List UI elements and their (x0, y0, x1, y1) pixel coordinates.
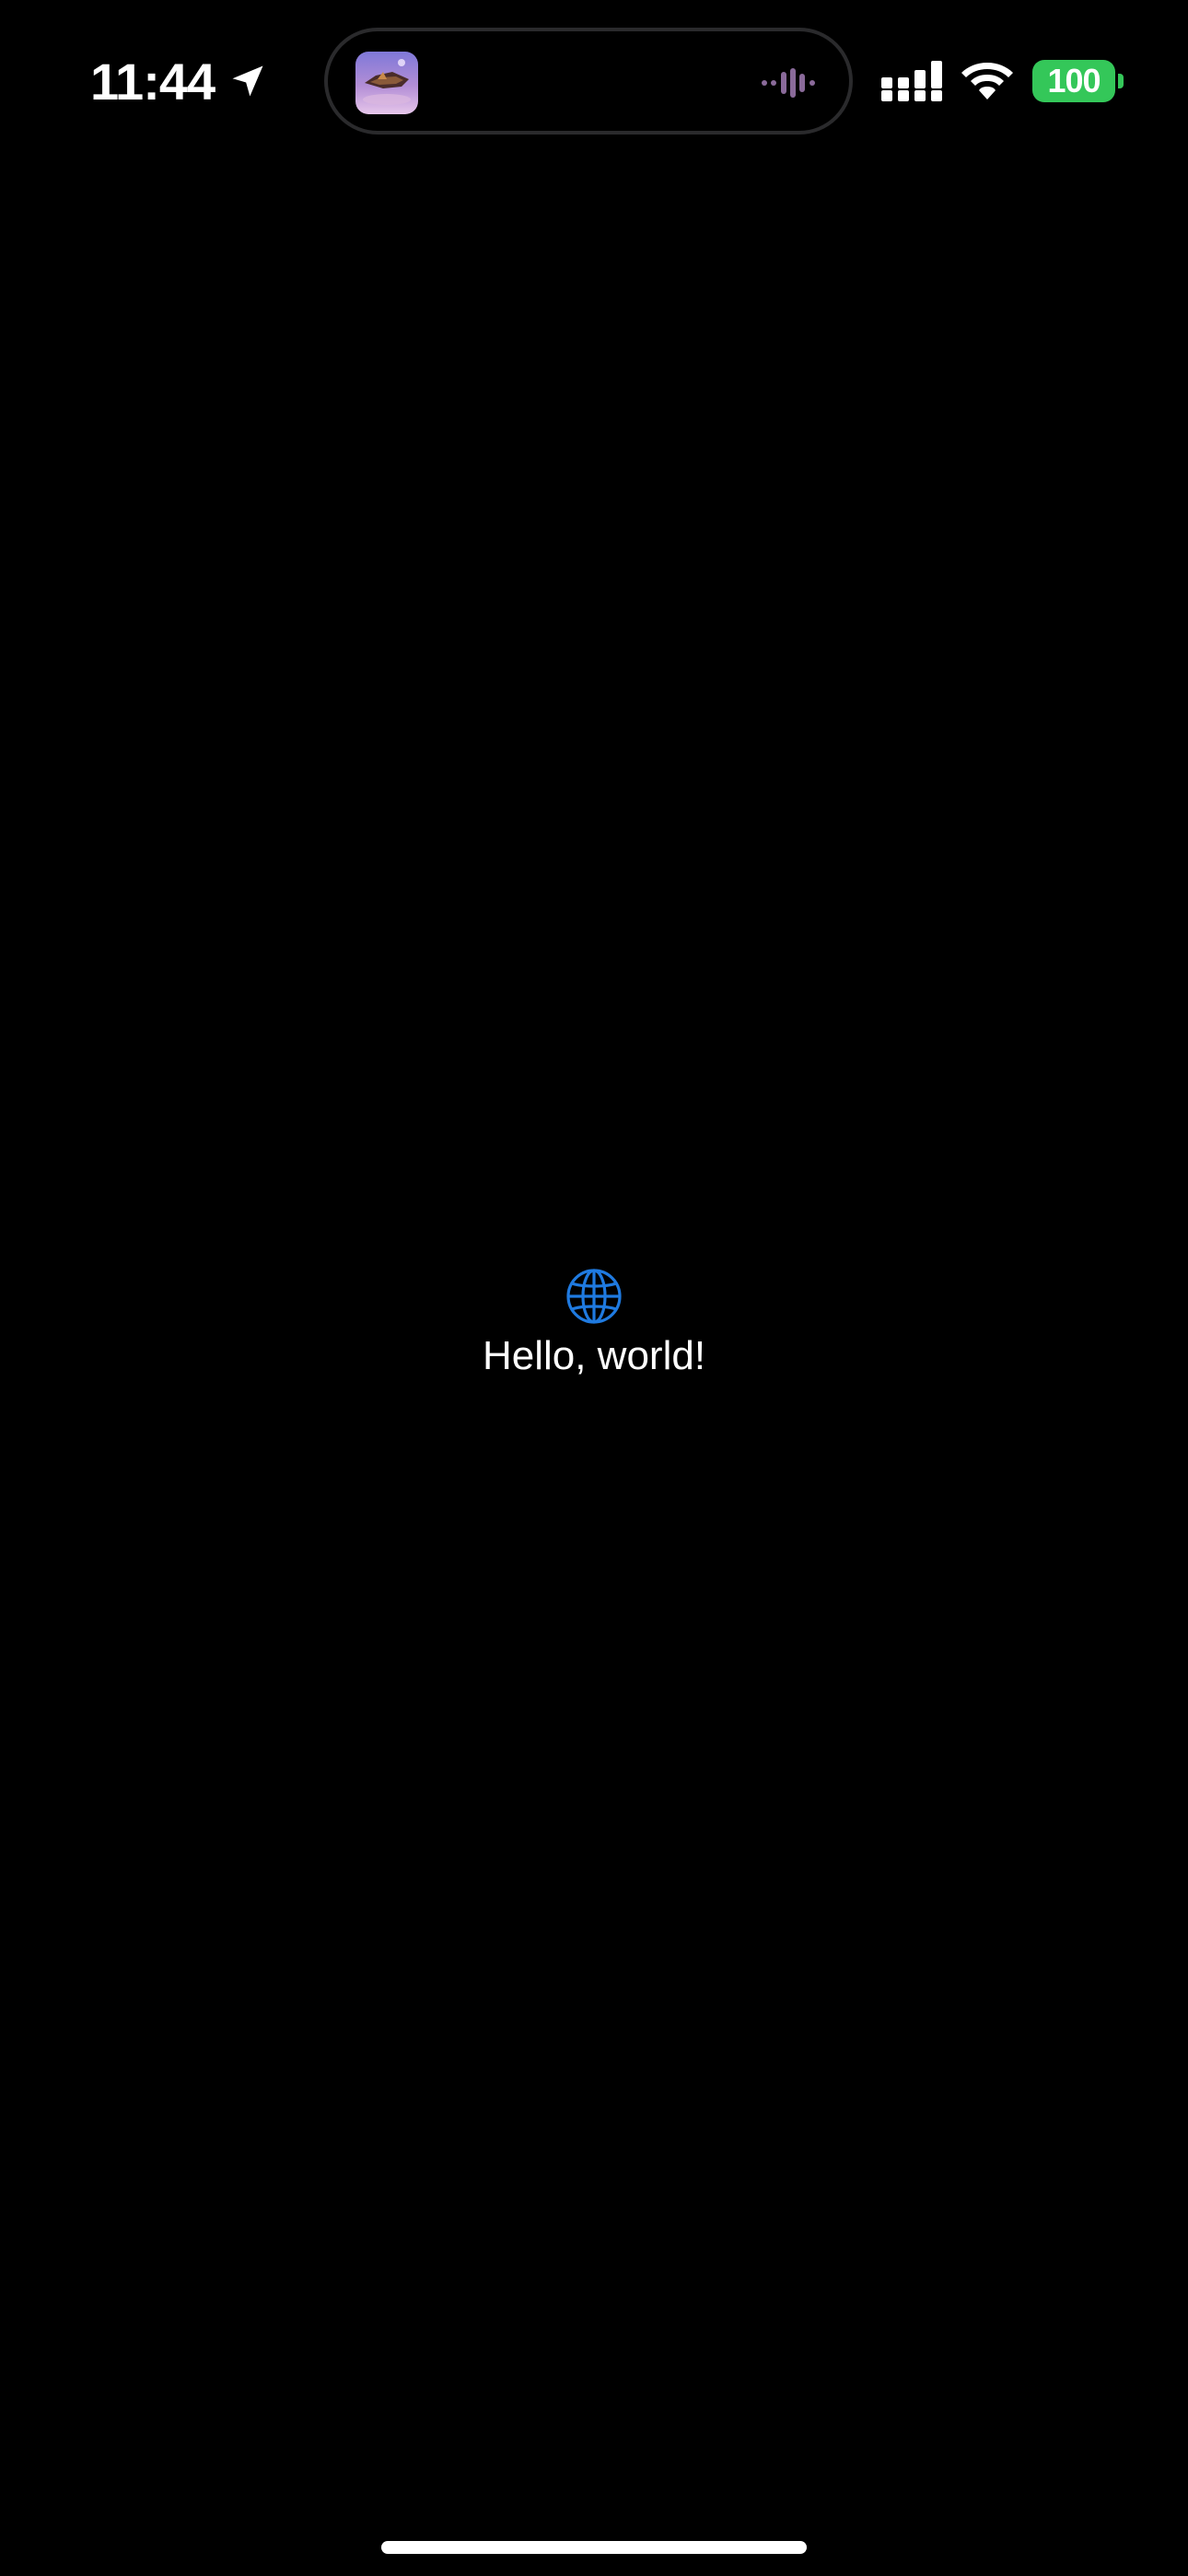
cellular-signal-icon (881, 61, 942, 101)
main-content: Hello, world! (0, 1268, 1188, 1384)
dynamic-island[interactable] (324, 28, 853, 135)
home-indicator[interactable] (381, 2541, 807, 2554)
globe-icon (566, 1269, 622, 1324)
battery-level: 100 (1032, 60, 1115, 102)
audio-waveform-icon (762, 68, 815, 98)
status-indicators: 100 (881, 53, 1124, 109)
wifi-icon (961, 63, 1013, 100)
battery-indicator: 100 (1032, 60, 1124, 102)
album-artwork-icon[interactable] (355, 52, 418, 114)
status-time: 11:44 (90, 52, 215, 111)
location-arrow-icon (232, 65, 263, 97)
greeting-text: Hello, world! (482, 1333, 706, 1378)
battery-cap (1118, 74, 1124, 88)
status-time-container: 11:44 (90, 48, 268, 114)
